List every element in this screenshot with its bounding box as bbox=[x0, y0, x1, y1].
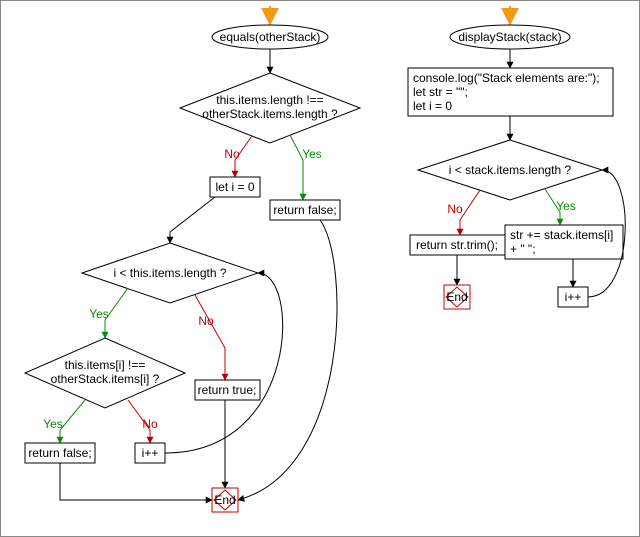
append-l2: + " "; bbox=[510, 242, 536, 256]
yes-label: Yes bbox=[89, 307, 109, 321]
d1-line2: otherStack.items.length ? bbox=[202, 107, 338, 121]
let-i-label: let i = 0 bbox=[215, 180, 254, 194]
flowchart-display: displayStack(stack) console.log("Stack e… bbox=[408, 6, 625, 309]
yes-label: Yes bbox=[556, 199, 576, 213]
start-label: displayStack(stack) bbox=[458, 30, 561, 44]
increment-label: i++ bbox=[142, 446, 159, 460]
edge-no bbox=[460, 190, 480, 235]
append-l1: str += stack.items[i] bbox=[510, 228, 613, 242]
init-l1: console.log("Stack elements are:"); bbox=[413, 71, 600, 85]
edge-loop-back bbox=[165, 273, 283, 453]
yes-label: Yes bbox=[302, 147, 322, 161]
no-label: No bbox=[142, 417, 158, 431]
edge bbox=[60, 463, 212, 500]
edge-no bbox=[195, 295, 225, 380]
d3-line1: this.items[i] !== bbox=[65, 358, 146, 372]
init-l3: let i = 0 bbox=[413, 99, 452, 113]
no-label: No bbox=[224, 147, 240, 161]
no-label: No bbox=[447, 202, 463, 216]
d3-line2: otherStack.items[i] ? bbox=[51, 372, 160, 386]
d2-label: i < this.items.length ? bbox=[113, 266, 226, 280]
return-true-label: return true; bbox=[198, 383, 257, 397]
end-label: End bbox=[446, 290, 467, 304]
d1-label: i < stack.items.length ? bbox=[449, 163, 572, 177]
edge-yes bbox=[60, 400, 85, 443]
end-node: End bbox=[212, 488, 238, 512]
return-false-label: return false; bbox=[273, 203, 336, 217]
d1-line1: this.items.length !== bbox=[216, 93, 323, 107]
edge bbox=[238, 220, 337, 500]
end-label: End bbox=[214, 493, 235, 507]
increment-label: i++ bbox=[565, 290, 582, 304]
return-false2-label: return false; bbox=[28, 446, 91, 460]
end-node: End bbox=[444, 285, 470, 309]
flowchart-canvas: equals(otherStack) this.items.length !==… bbox=[0, 0, 640, 537]
no-label: No bbox=[198, 314, 214, 328]
yes-label: Yes bbox=[43, 417, 63, 431]
start-label: equals(otherStack) bbox=[220, 30, 321, 44]
edge-yes bbox=[290, 135, 303, 200]
flowchart-equals: equals(otherStack) this.items.length !==… bbox=[25, 6, 360, 512]
edge bbox=[170, 197, 215, 243]
init-l2: let str = ""; bbox=[413, 85, 468, 99]
return-label: return str.trim(); bbox=[416, 238, 498, 252]
